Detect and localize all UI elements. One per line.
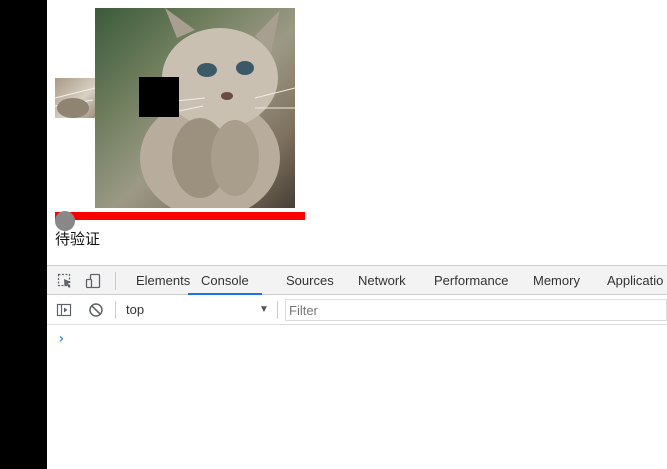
tab-separator — [115, 272, 116, 290]
device-toolbar-icon[interactable] — [85, 273, 101, 289]
context-selector[interactable]: top — [126, 301, 269, 319]
sidebar-toggle-icon[interactable] — [56, 302, 72, 318]
devtools-panel: Elements Console Sources Network Perform… — [47, 265, 667, 469]
captcha-background-image — [95, 8, 295, 208]
toolbar-separator — [115, 301, 116, 319]
tab-sources[interactable]: Sources — [286, 266, 334, 295]
toolbar-separator — [277, 301, 278, 319]
tab-memory[interactable]: Memory — [533, 266, 580, 295]
filter-input[interactable] — [285, 299, 667, 321]
tab-performance[interactable]: Performance — [434, 266, 508, 295]
tab-network[interactable]: Network — [358, 266, 406, 295]
captcha-slider-track — [55, 212, 305, 220]
captcha-puzzle-piece[interactable] — [55, 78, 95, 118]
left-black-bar — [0, 0, 47, 469]
tab-application[interactable]: Applicatio — [607, 266, 663, 295]
console-prompt-icon[interactable]: › — [57, 331, 65, 347]
clear-console-icon[interactable] — [88, 302, 104, 318]
inspect-element-icon[interactable] — [57, 273, 73, 289]
devtools-tab-bar: Elements Console Sources Network Perform… — [47, 265, 667, 295]
chevron-down-icon[interactable]: ▼ — [259, 301, 269, 319]
console-toolbar: top ▼ — [47, 295, 667, 325]
captcha-status-text: 待验证 — [55, 230, 101, 248]
tab-elements[interactable]: Elements — [136, 266, 190, 295]
tab-console[interactable]: Console — [188, 266, 262, 295]
captcha-puzzle-gap — [139, 77, 179, 117]
